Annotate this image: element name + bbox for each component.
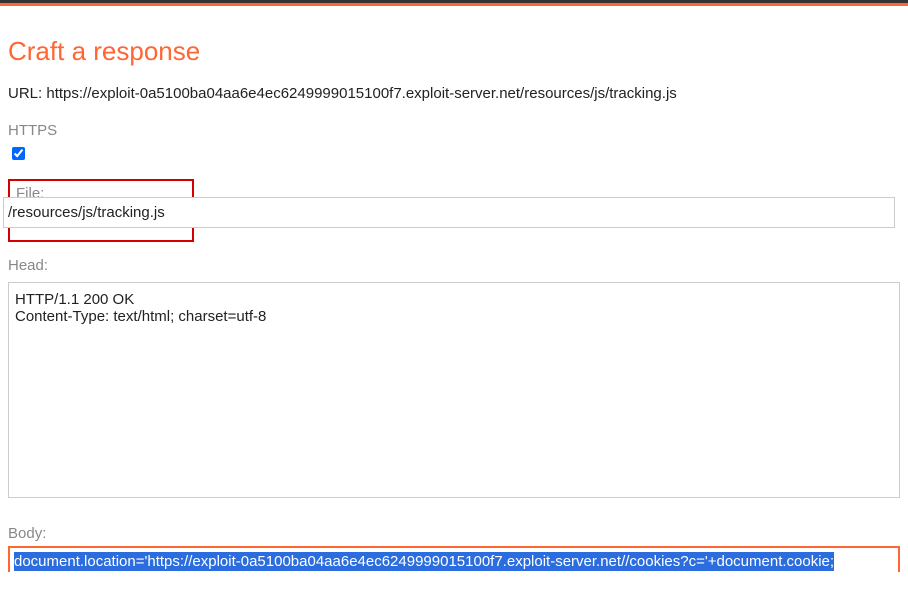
body-label: Body: xyxy=(8,525,900,542)
url-line: URL: https://exploit-0a5100ba04aa6e4ec62… xyxy=(8,85,900,102)
url-value: https://exploit-0a5100ba04aa6e4ec6249999… xyxy=(46,85,676,102)
https-section: HTTPS xyxy=(8,122,900,165)
head-section: Head: HTTP/1.1 200 OK Content-Type: text… xyxy=(8,257,900,503)
body-text-selected[interactable]: document.location='https://exploit-0a510… xyxy=(14,552,834,571)
https-checkbox[interactable] xyxy=(12,147,25,160)
head-label: Head: xyxy=(8,257,900,274)
page-title: Craft a response xyxy=(8,36,900,67)
url-label: URL: xyxy=(8,85,42,102)
head-textarea[interactable]: HTTP/1.1 200 OK Content-Type: text/html;… xyxy=(8,282,900,498)
body-section: Body: document.location='https://exploit… xyxy=(8,525,900,572)
file-section: File: xyxy=(8,179,900,235)
body-textarea[interactable]: document.location='https://exploit-0a510… xyxy=(8,546,900,572)
file-input[interactable] xyxy=(3,197,895,228)
https-label: HTTPS xyxy=(8,122,900,139)
main-container: Craft a response URL: https://exploit-0a… xyxy=(0,6,908,582)
